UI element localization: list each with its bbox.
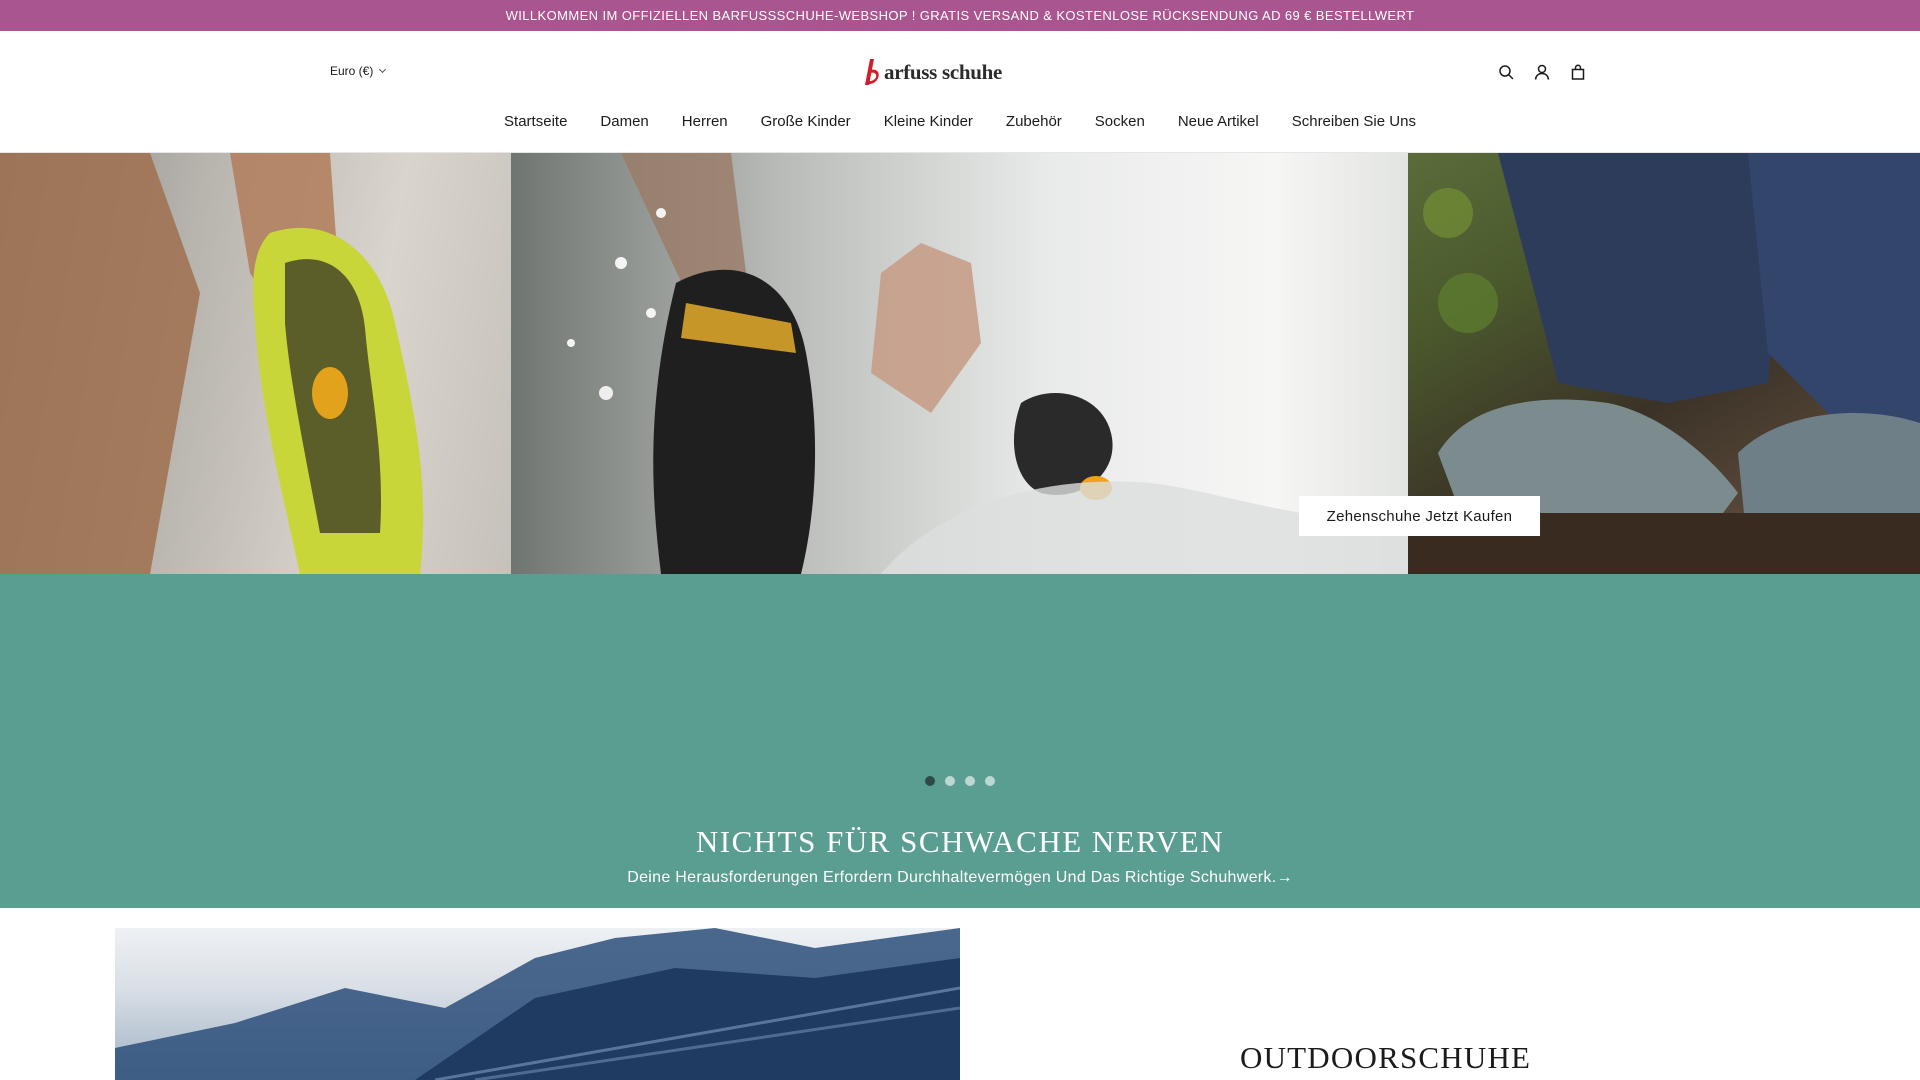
main-navigation: Startseite Damen Herren Große Kinder Kle… <box>0 113 1920 130</box>
slide-dot-1[interactable] <box>925 776 935 786</box>
cart-icon[interactable] <box>1567 61 1589 83</box>
hero-heading: NICHTS FÜR SCHWACHE NERVEN <box>695 824 1225 859</box>
slide-dot-2[interactable] <box>945 776 955 786</box>
nav-item-startseite[interactable]: Startseite <box>504 113 567 130</box>
nav-item-grosse-kinder[interactable]: Große Kinder <box>761 113 851 130</box>
outdoor-shoes-heading: OUTDOORSCHUHE <box>1240 1040 1532 1075</box>
runner-sole-illustration <box>0 153 424 574</box>
logo-wordmark: arfuss schuhe <box>884 59 1003 84</box>
hero-image-runner-sole <box>0 153 511 574</box>
nav-item-damen[interactable]: Damen <box>600 113 648 130</box>
currency-label: Euro (€) <box>330 64 374 78</box>
slide-dot-4[interactable] <box>985 776 995 786</box>
outdoor-shoes-image[interactable] <box>115 928 960 1080</box>
nav-item-zubehoer[interactable]: Zubehör <box>1006 113 1062 130</box>
hero-caption-band: NICHTS FÜR SCHWACHE NERVEN Deine Herausf… <box>0 574 1920 908</box>
slideshow-pagination <box>0 776 1920 786</box>
logo-mark-icon <box>865 59 879 85</box>
site-header: Euro (€) arfuss schuhe Startseite Damen … <box>0 31 1920 153</box>
nav-item-schreiben-sie-uns[interactable]: Schreiben Sie Uns <box>1292 113 1416 130</box>
chevron-down-icon <box>379 65 387 74</box>
site-logo[interactable]: arfuss schuhe <box>862 57 1002 87</box>
account-icon[interactable] <box>1531 61 1553 83</box>
water-run-illustration <box>567 153 1408 574</box>
shop-toe-shoes-button[interactable]: Zehenschuhe Jetzt Kaufen <box>1299 496 1540 536</box>
nav-item-socken[interactable]: Socken <box>1095 113 1145 130</box>
nav-item-herren[interactable]: Herren <box>682 113 728 130</box>
search-icon[interactable] <box>1495 61 1517 83</box>
currency-selector[interactable]: Euro (€) <box>330 64 387 78</box>
hero-image-water-run <box>511 153 1408 574</box>
nav-item-kleine-kinder[interactable]: Kleine Kinder <box>884 113 973 130</box>
announcement-text: WILLKOMMEN IM OFFIZIELLEN BARFUSSSCHUHE-… <box>505 8 1415 23</box>
announcement-bar: WILLKOMMEN IM OFFIZIELLEN BARFUSSSCHUHE-… <box>0 0 1920 31</box>
hero-subheading-link[interactable]: Deine Herausforderungen Erfordern Durchh… <box>0 869 1920 887</box>
slide-dot-3[interactable] <box>965 776 975 786</box>
nav-item-neue-artikel[interactable]: Neue Artikel <box>1178 113 1259 130</box>
header-icons <box>1495 61 1589 83</box>
hero-slideshow[interactable]: Zehenschuhe Jetzt Kaufen <box>0 153 1920 574</box>
featured-collection-section: OUTDOORSCHUHE <box>0 908 1920 1080</box>
mountain-roof-illustration <box>115 928 960 1080</box>
